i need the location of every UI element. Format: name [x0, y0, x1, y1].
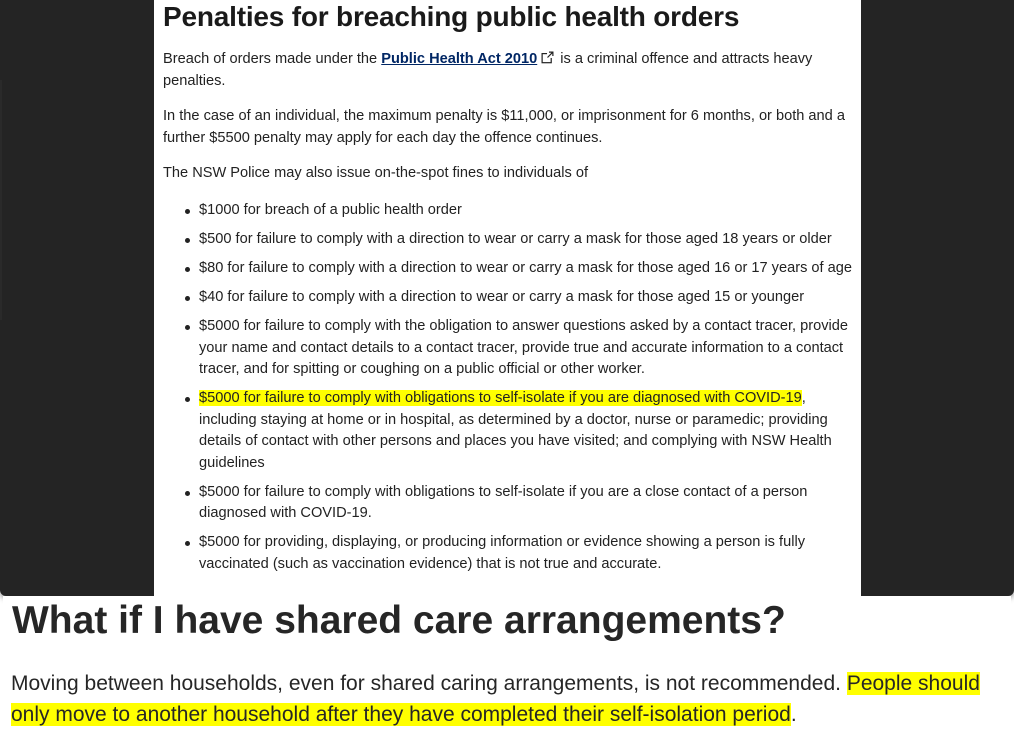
fine-text: $500 for failure to comply with a direct…: [199, 231, 832, 247]
bullet: [185, 238, 190, 243]
fine-text: $80 for failure to comply with a directi…: [199, 260, 852, 276]
fines-intro-paragraph: The NSW Police may also issue on-the-spo…: [163, 165, 589, 181]
bullet: [185, 209, 190, 214]
page-title: Penalties for breaching public health or…: [163, 1, 740, 32]
fines-list: $1000 for breach of a public health orde…: [154, 200, 854, 583]
intro-paragraph: Breach of orders made under the Public H…: [163, 49, 853, 92]
fine-text: $5000 for failure to comply with the obl…: [199, 318, 848, 377]
list-item: $40 for failure to comply with a directi…: [154, 287, 854, 309]
fine-text: $1000 for breach of a public health orde…: [199, 202, 462, 218]
bullet: [185, 296, 190, 301]
fine-text: $5000 for providing, displaying, or prod…: [199, 534, 805, 572]
max-penalty-paragraph: In the case of an individual, the maximu…: [163, 108, 845, 146]
highlighted-fine-text: $5000 for failure to comply with obligat…: [199, 390, 802, 406]
list-item: $80 for failure to comply with a directi…: [154, 258, 854, 280]
bullet: [185, 325, 190, 330]
list-item: $500 for failure to comply with a direct…: [154, 229, 854, 251]
window-edge: [0, 80, 2, 320]
intro-text-before: Breach of orders made under the: [163, 51, 382, 67]
list-item: $5000 for failure to comply with obligat…: [154, 482, 854, 525]
shared-care-paragraph: Moving between households, even for shar…: [11, 668, 1011, 730]
list-item: $1000 for breach of a public health orde…: [154, 200, 854, 222]
bullet: [185, 397, 190, 402]
public-health-act-link[interactable]: Public Health Act 2010: [381, 51, 537, 67]
section-heading: What if I have shared care arrangements?: [12, 599, 786, 642]
list-item: $5000 for providing, displaying, or prod…: [154, 532, 854, 575]
fine-text: $40 for failure to comply with a directi…: [199, 289, 805, 305]
shared-care-section: What if I have shared care arrangements?…: [3, 596, 1011, 733]
list-item-highlighted: $5000 for failure to comply with obligat…: [154, 388, 854, 474]
bullet: [185, 490, 190, 496]
bullet: [185, 541, 190, 546]
penalties-article: Penalties for breaching public health or…: [154, 0, 861, 596]
period-text: .: [790, 703, 797, 726]
list-item: $5000 for failure to comply with the obl…: [154, 316, 854, 381]
fine-text: $5000 for failure to comply with obligat…: [199, 483, 808, 522]
bullet: [185, 267, 190, 272]
external-link-icon[interactable]: [541, 51, 555, 64]
plain-text: Moving between households, even for shar…: [11, 672, 847, 695]
